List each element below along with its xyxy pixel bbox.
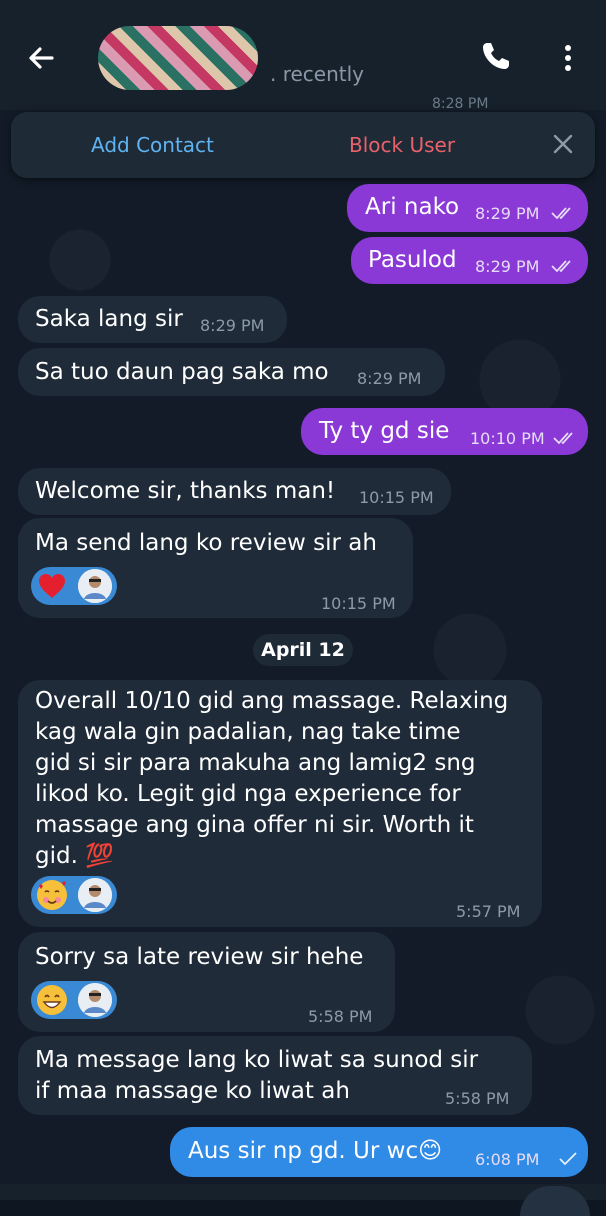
message-time: 8:29 PM — [200, 316, 265, 335]
message-text: Ty ty gd sie — [319, 418, 450, 444]
message-text: Ma send lang ko review sir ah — [35, 530, 377, 556]
double-check-icon — [551, 260, 571, 273]
single-check-icon — [559, 1152, 577, 1166]
grinning-face-reaction-icon — [35, 983, 69, 1017]
message-bubble-incoming[interactable]: Saka lang sir 8:29 PM — [18, 296, 287, 343]
reaction-chip[interactable] — [31, 876, 117, 914]
message-text: Pasulod — [368, 247, 457, 273]
message-time: 10:10 PM — [470, 429, 545, 448]
message-time: 5:58 PM — [445, 1089, 510, 1108]
last-seen-status: . recently — [270, 62, 365, 86]
message-text-line: Overall 10/10 gid ang massage. Relaxing — [35, 688, 509, 714]
message-text-line: likod ko. Legit gid nga experience for — [35, 781, 461, 807]
message-time: 6:08 PM — [475, 1150, 540, 1169]
heart-reaction-icon — [35, 569, 69, 603]
message-bubble-outgoing[interactable]: Pasulod 8:29 PM — [351, 237, 588, 284]
smiling-face-with-hearts-reaction-icon — [35, 878, 69, 912]
message-text-line: gid. 💯 — [35, 843, 114, 869]
message-bubble-incoming[interactable]: Sa tuo daun pag saka mo 8:29 PM — [18, 348, 445, 396]
reactor-avatar — [78, 878, 112, 912]
double-check-icon — [551, 207, 571, 220]
message-text-line: Ma message lang ko liwat sa sunod sir — [35, 1047, 479, 1073]
more-vertical-icon[interactable] — [556, 40, 580, 76]
double-check-icon — [553, 432, 573, 445]
message-input-bar[interactable] — [0, 1184, 606, 1200]
message-time: 10:15 PM — [321, 594, 396, 613]
message-time: 5:57 PM — [456, 902, 521, 921]
message-bubble-incoming[interactable]: Welcome sir, thanks man! 10:15 PM — [18, 468, 451, 515]
message-text: Welcome sir, thanks man! — [35, 478, 336, 504]
message-time: 8:29 PM — [475, 204, 540, 223]
message-bubble-outgoing[interactable]: Ty ty gd sie 10:10 PM — [301, 408, 588, 455]
message-text-line: if maa massage ko liwat ah — [35, 1078, 350, 1104]
message-time: 5:58 PM — [308, 1007, 373, 1026]
message-text: Ari nako — [365, 194, 460, 220]
message-time: 8:29 PM — [357, 369, 422, 388]
message-bubble-incoming[interactable]: Ma send lang ko review sir ah 10:15 PM — [18, 518, 413, 618]
message-text: Aus sir np gd. Ur wc😊 — [188, 1138, 443, 1164]
message-text-line: kag wala gin padalian, nag take time — [35, 719, 461, 745]
reaction-chip[interactable] — [31, 981, 117, 1019]
message-time: 10:15 PM — [359, 488, 434, 507]
message-bubble-outgoing[interactable]: Ari nako 8:29 PM — [347, 184, 588, 232]
contact-action-bar: Add Contact Block User — [11, 112, 595, 178]
partially-hidden-time: 8:28 PM — [432, 96, 489, 112]
message-bubble-outgoing[interactable]: Aus sir np gd. Ur wc😊 6:08 PM — [170, 1127, 588, 1177]
close-icon[interactable] — [551, 132, 575, 156]
message-bubble-incoming[interactable]: Sorry sa late review sir hehe 5:58 PM — [18, 932, 395, 1032]
block-user-button[interactable]: Block User — [349, 133, 455, 157]
reactor-avatar — [78, 983, 112, 1017]
message-text: Sa tuo daun pag saka mo — [35, 359, 329, 385]
phone-icon[interactable] — [478, 38, 514, 74]
chat-header: . recently — [0, 0, 606, 110]
message-text-line: massage ang gina offer ni sir. Worth it — [35, 812, 474, 838]
message-text: Sorry sa late review sir hehe — [35, 944, 364, 970]
message-bubble-incoming[interactable]: Ma message lang ko liwat sa sunod sir if… — [18, 1036, 532, 1115]
reactor-avatar — [78, 569, 112, 603]
date-divider: April 12 — [253, 634, 353, 666]
message-text: Saka lang sir — [35, 306, 183, 332]
contact-avatar-blurred[interactable] — [98, 26, 258, 90]
message-time: 8:29 PM — [475, 257, 540, 276]
back-arrow-icon[interactable] — [22, 38, 62, 78]
message-bubble-incoming[interactable]: Overall 10/10 gid ang massage. Relaxing … — [18, 680, 542, 927]
message-text-line: gid si sir para makuha ang lamig2 sng — [35, 750, 476, 776]
add-contact-button[interactable]: Add Contact — [91, 133, 214, 157]
reaction-chip[interactable] — [31, 567, 117, 605]
